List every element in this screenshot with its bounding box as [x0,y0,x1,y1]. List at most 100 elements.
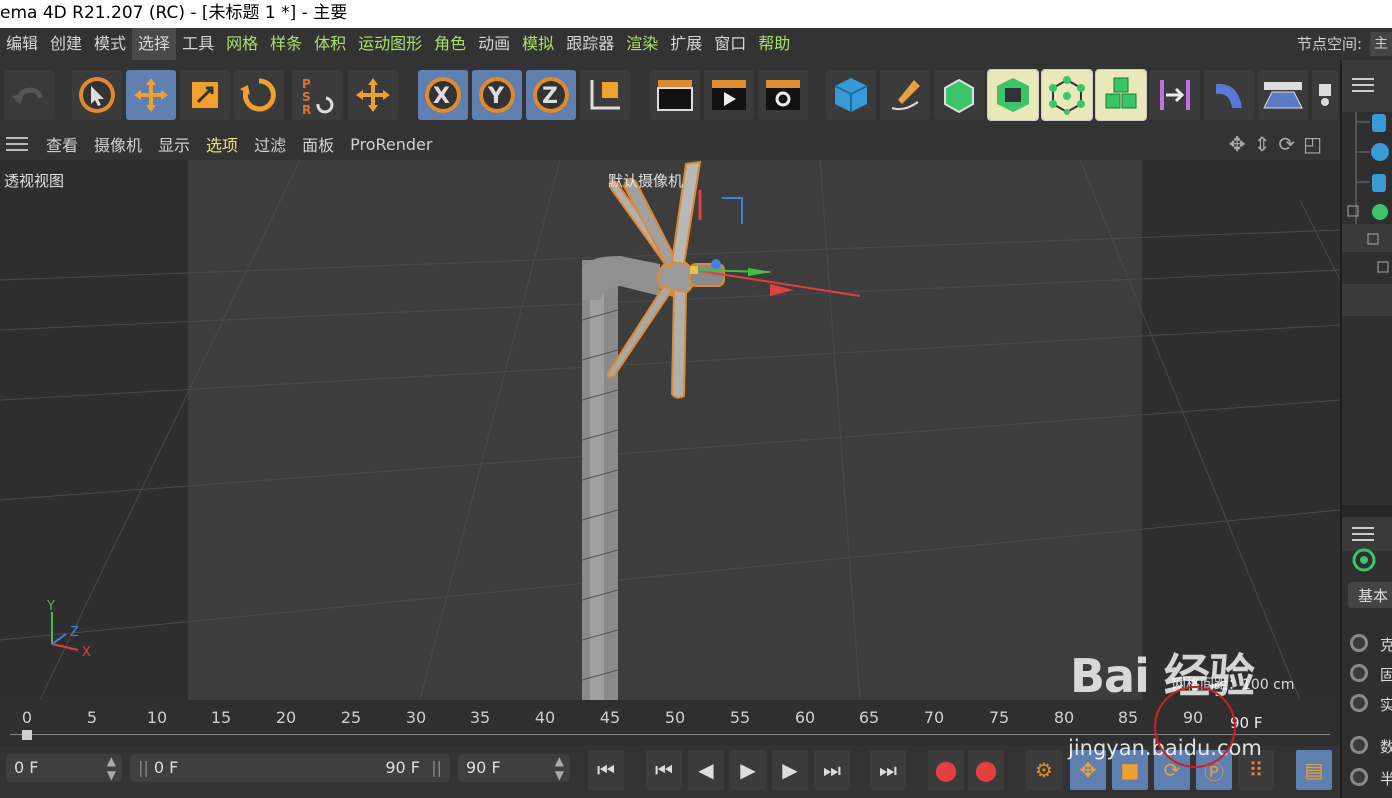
cloner-icon[interactable] [1041,69,1093,121]
menu-simulate[interactable]: 模拟 [516,28,560,60]
timeline-tick: 20 [275,708,297,727]
viewport-menu-camera[interactable]: 摄像机 [86,132,150,156]
go-to-start-icon[interactable]: ⏮ [588,750,624,790]
rotate-icon[interactable] [234,70,284,120]
x-axis-icon[interactable]: X [418,70,468,120]
render-picture-icon[interactable] [704,70,754,120]
maximize-view-icon[interactable]: ◰ [1303,132,1322,156]
attr-radio-3[interactable] [1350,694,1368,712]
attributes-menu-icon[interactable] [1352,527,1374,541]
viewport-menu-filter[interactable]: 过滤 [246,132,294,156]
render-settings-icon[interactable] [758,70,808,120]
go-to-end-icon[interactable]: ⏭ [870,750,906,790]
timeline-tick: 10 [146,708,168,727]
menu-mode[interactable]: 模式 [88,28,132,60]
timeline-tick: 0 [21,708,33,727]
node-space-dropdown[interactable]: 主 [1370,32,1392,56]
start-frame-field[interactable]: 0 F ▲ ▼ [6,754,122,782]
timeline-window-icon[interactable]: ▤ [1296,750,1332,790]
menu-mesh[interactable]: 网格 [220,28,264,60]
svg-text:R: R [302,103,311,116]
viewport-menu-options[interactable]: 选项 [198,132,246,156]
timeline-tick: 45 [599,708,621,727]
move-icon[interactable] [126,70,176,120]
attr-radio-4[interactable] [1350,736,1368,754]
timeline-tick: 80 [1053,708,1075,727]
menu-edit[interactable]: 编辑 [0,28,44,60]
attr-label-4: 数 [1380,738,1392,756]
attr-tab-basic[interactable]: 基本 [1348,582,1392,608]
render-view-icon[interactable] [650,70,700,120]
perspective-viewport[interactable]: Y Z X 透视视图 默认摄像机 网格间距：100 cm [0,160,1340,700]
psr-icon[interactable]: PSR [292,70,342,120]
menu-window[interactable]: 窗口 [708,28,752,60]
record-key-icon[interactable]: ⬤ [928,750,964,790]
cube-icon[interactable] [826,70,876,120]
floor-icon[interactable] [1258,70,1308,120]
object-tree[interactable] [1342,112,1392,332]
z-axis-icon[interactable]: Z [526,70,576,120]
attr-radio-1[interactable] [1350,634,1368,652]
prev-frame-icon[interactable]: ◀ [688,750,724,790]
menu-help[interactable]: 帮助 [752,28,796,60]
highlight-circle [1154,686,1236,768]
prev-key-icon[interactable]: ⏮ [646,750,682,790]
menu-character[interactable]: 角色 [428,28,472,60]
deformer-icon[interactable] [1150,70,1200,120]
pan-view-icon[interactable]: ✥ [1229,132,1246,156]
viewport-menu-view[interactable]: 查看 [38,132,86,156]
menu-tools[interactable]: 工具 [176,28,220,60]
y-axis-icon[interactable]: Y [472,70,522,120]
timeline-tick: 35 [469,708,491,727]
viewport-name: 透视视图 [4,172,65,190]
timeline-tick: 25 [340,708,362,727]
svg-text:S: S [302,90,311,104]
viewport-hamburger-icon[interactable] [6,137,28,151]
menu-animate[interactable]: 动画 [472,28,516,60]
object-manager-menu-icon[interactable] [1352,78,1374,92]
spline-deform-icon[interactable] [1204,70,1254,120]
mograph-cubes-icon[interactable] [1095,69,1147,121]
move-tool-icon[interactable] [348,70,398,120]
right-panel: 基本 克 固 实 数 半 [1340,60,1392,798]
world-coord-icon[interactable] [580,70,630,120]
timeline-tick: 75 [988,708,1010,727]
end-frame-field[interactable]: 90 F ▲ ▼ [458,754,570,782]
timeline-tick: 15 [210,708,232,727]
zoom-view-icon[interactable]: ⇕ [1254,132,1271,156]
timeline-playhead[interactable] [22,730,32,740]
menu-mograph[interactable]: 运动图形 [352,28,428,60]
menu-volume[interactable]: 体积 [308,28,352,60]
scale-icon[interactable] [180,70,230,120]
auto-key-icon[interactable]: ⬤ [968,750,1004,790]
frame-range-slider[interactable]: || 0 F 90 F || [130,754,450,782]
camera-icon[interactable] [1312,70,1338,120]
next-frame-icon[interactable]: ▶ [772,750,808,790]
next-key-icon[interactable]: ⏭ [814,750,850,790]
attr-label-5: 半 [1380,770,1392,788]
attr-radio-5[interactable] [1350,768,1368,786]
menu-spline[interactable]: 样条 [264,28,308,60]
extrude-icon[interactable] [987,69,1039,121]
viewport-menu-prorender[interactable]: ProRender [342,135,440,154]
viewport-menu-panel[interactable]: 面板 [294,132,342,156]
subdivision-icon[interactable] [934,70,984,120]
menu-select[interactable]: 选择 [132,28,177,60]
menu-render[interactable]: 渲染 [620,28,664,60]
play-icon[interactable]: ▶ [730,750,766,790]
menu-create[interactable]: 创建 [44,28,88,60]
timeline-tick: 65 [858,708,880,727]
undo-icon[interactable] [4,70,54,120]
main-toolbar: PSR X Y Z [0,60,1340,128]
camera-name: 默认摄像机 [608,172,684,190]
timeline-tick: 30 [405,708,427,727]
orbit-view-icon[interactable]: ⟳ [1278,132,1295,156]
viewport-menu-display[interactable]: 显示 [150,132,198,156]
key-settings-icon[interactable]: ⚙ [1026,750,1062,790]
attr-radio-2[interactable] [1350,664,1368,682]
select-cursor-icon[interactable] [72,70,122,120]
menu-tracker[interactable]: 跟踪器 [560,28,620,60]
menu-extensions[interactable]: 扩展 [664,28,708,60]
attr-label-3: 实 [1380,696,1392,714]
pen-icon[interactable] [880,70,930,120]
